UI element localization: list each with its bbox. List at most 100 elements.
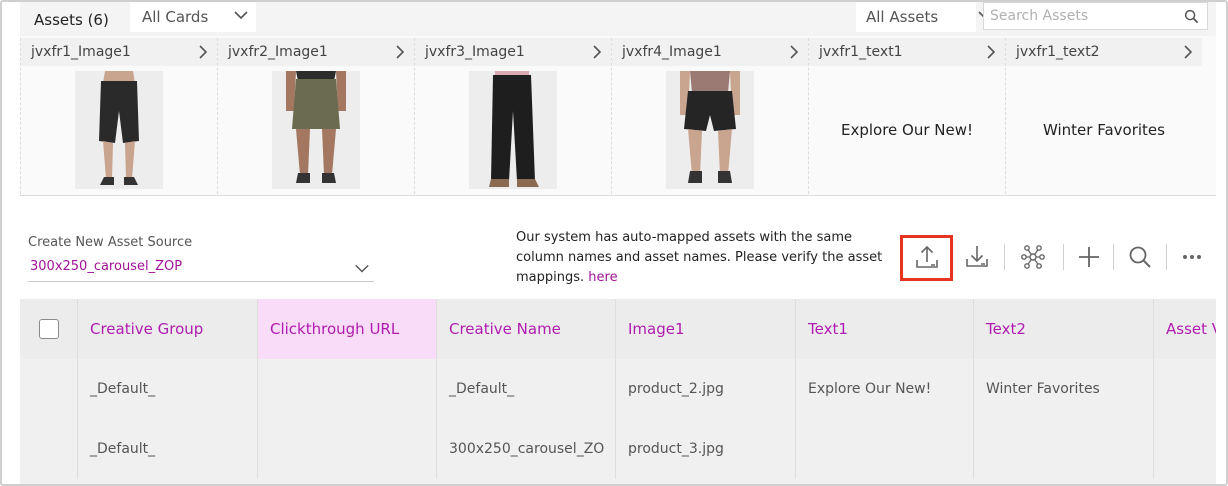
asset-card-label: jvxfr1_text1 [819, 44, 903, 60]
app-frame: Assets (6) All Cards All Assets jvxfr1_I… [0, 0, 1228, 486]
asset-card-header[interactable]: jvxfr3_Image1 [415, 38, 611, 66]
more-icon [1183, 255, 1201, 259]
download-button[interactable] [954, 234, 1000, 280]
mapping-network-button[interactable] [1010, 234, 1056, 280]
row-select-cell [20, 359, 78, 419]
select-all-checkbox[interactable] [38, 319, 59, 339]
search-button[interactable] [1117, 234, 1163, 280]
table-cell[interactable]: product_3.jpg [616, 419, 796, 479]
asset-card-label: jvxfr1_Image1 [31, 44, 131, 60]
asset-card[interactable]: jvxfr2_Image1 [217, 38, 414, 194]
network-icon [1021, 245, 1045, 269]
asset-card[interactable]: jvxfr3_Image1 [414, 38, 611, 194]
model-black-bike-shorts-illustration [75, 71, 163, 189]
assets-title: Assets (6) [34, 11, 109, 29]
table-cell[interactable] [1154, 419, 1216, 479]
asset-card[interactable]: jvxfr1_text2 Winter Favorites [1005, 38, 1202, 194]
product-image [469, 71, 557, 189]
asset-card-text: Winter Favorites [1043, 121, 1165, 139]
asset-card-preview [21, 66, 217, 194]
auto-map-notice-text: Our system has auto-mapped assets with t… [516, 230, 883, 285]
table-cell[interactable]: Explore Our New! [796, 359, 974, 419]
column-header[interactable]: Asset V [1154, 299, 1216, 359]
cards-filter-value: All Cards [142, 8, 209, 26]
table-row[interactable]: _Default_ 300x250_carousel_ZO product_3.… [20, 419, 1216, 479]
asset-cards: jvxfr1_Image1 jvxfr2_Image1 jvxfr3_Image… [20, 38, 1216, 194]
search-assets-box[interactable] [983, 2, 1208, 30]
toolbar-divider [1004, 244, 1005, 270]
toolbar-divider [1113, 244, 1114, 270]
table-cell[interactable] [1154, 359, 1216, 419]
column-header[interactable]: Creative Group [78, 299, 258, 359]
column-header[interactable]: Image1 [616, 299, 796, 359]
assets-filter-value: All Assets [866, 8, 939, 26]
model-olive-skort-illustration [272, 71, 360, 189]
table-cell[interactable]: Winter Favorites [974, 359, 1154, 419]
asset-source-select[interactable]: 300x250_carousel_ZOP [28, 254, 374, 282]
column-header[interactable]: Text1 [796, 299, 974, 359]
table-cell[interactable] [258, 419, 437, 479]
column-header[interactable]: Clickthrough URL [258, 299, 437, 359]
table-cell[interactable]: product_2.jpg [616, 359, 796, 419]
assets-header: Assets (6) All Cards All Assets [20, 2, 1216, 36]
asset-source-label: Create New Asset Source [28, 235, 193, 250]
search-icon [1129, 246, 1151, 268]
download-icon [966, 246, 988, 267]
table-cell[interactable]: _Default_ [78, 359, 258, 419]
asset-card-label: jvxfr2_Image1 [228, 44, 328, 60]
table-header: Creative Group Clickthrough URL Creative… [20, 299, 1216, 359]
asset-source-value: 300x250_carousel_ZOP [30, 259, 183, 274]
chevron-right-icon[interactable] [985, 45, 997, 59]
asset-card[interactable]: jvxfr1_text1 Explore Our New! [808, 38, 1005, 194]
asset-card-preview [415, 66, 611, 194]
asset-card-preview: Explore Our New! [809, 66, 1005, 194]
table-cell[interactable] [796, 419, 974, 479]
asset-card-label: jvxfr3_Image1 [425, 44, 525, 60]
asset-card-preview: Winter Favorites [1006, 66, 1202, 194]
more-options-button[interactable] [1169, 234, 1215, 280]
asset-mapping-table: Creative Group Clickthrough URL Creative… [20, 299, 1216, 484]
chevron-right-icon[interactable] [1182, 45, 1194, 59]
row-select-cell [20, 419, 78, 479]
asset-card-text: Explore Our New! [840, 121, 974, 139]
assets-filter-dropdown[interactable]: All Assets [856, 2, 992, 32]
search-icon[interactable] [1184, 9, 1199, 24]
product-image [272, 71, 360, 189]
table-cell[interactable]: _Default_ [78, 419, 258, 479]
product-image [666, 71, 754, 189]
plus-icon [1079, 247, 1099, 267]
asset-card-label: jvxfr1_text2 [1016, 44, 1100, 60]
asset-card[interactable]: jvxfr1_Image1 [20, 38, 217, 194]
add-button[interactable] [1066, 234, 1112, 280]
select-all-cell [20, 299, 78, 359]
upload-button[interactable] [900, 235, 953, 281]
table-body: _Default_ _Default_ product_2.jpg Explor… [20, 359, 1216, 484]
asset-card-header[interactable]: jvxfr1_text2 [1006, 38, 1202, 66]
cards-filter-dropdown[interactable]: All Cards [130, 2, 256, 32]
product-image [75, 71, 163, 189]
chevron-right-icon[interactable] [788, 45, 800, 59]
toolbar-divider [1166, 244, 1167, 270]
asset-card-preview [218, 66, 414, 194]
table-cell[interactable] [974, 419, 1154, 479]
verify-mappings-link[interactable]: here [588, 270, 617, 285]
chevron-right-icon[interactable] [591, 45, 603, 59]
asset-card-label: jvxfr4_Image1 [622, 44, 722, 60]
column-header[interactable]: Text2 [974, 299, 1154, 359]
asset-card-header[interactable]: jvxfr1_Image1 [21, 38, 217, 66]
upload-icon [915, 245, 938, 268]
asset-card-header[interactable]: jvxfr4_Image1 [612, 38, 808, 66]
chevron-down-icon [234, 11, 248, 20]
table-row[interactable]: _Default_ _Default_ product_2.jpg Explor… [20, 359, 1216, 419]
chevron-right-icon[interactable] [394, 45, 406, 59]
table-cell[interactable] [258, 359, 437, 419]
search-assets-input[interactable] [984, 8, 1174, 24]
asset-card-header[interactable]: jvxfr2_Image1 [218, 38, 414, 66]
asset-card-header[interactable]: jvxfr1_text1 [809, 38, 1005, 66]
chevron-right-icon[interactable] [197, 45, 209, 59]
table-cell[interactable]: 300x250_carousel_ZO [437, 419, 616, 479]
asset-card[interactable]: jvxfr4_Image1 [611, 38, 808, 194]
column-header[interactable]: Creative Name [437, 299, 616, 359]
table-cell[interactable]: _Default_ [437, 359, 616, 419]
chevron-down-icon[interactable] [354, 260, 370, 276]
